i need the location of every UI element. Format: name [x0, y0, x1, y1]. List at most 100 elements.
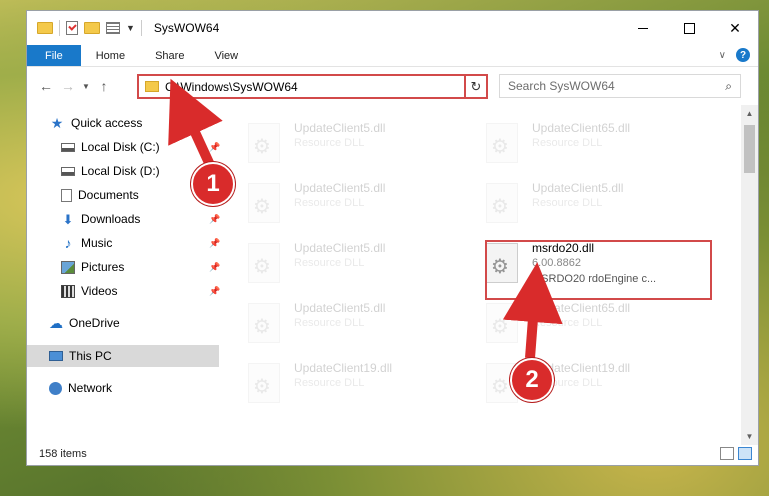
- sidebar-item-label: Quick access: [71, 116, 143, 130]
- ribbon-tabs: File Home Share View ∨ ?: [27, 45, 758, 67]
- maximize-button[interactable]: [666, 11, 712, 45]
- file-name: UpdateClient5.dll: [294, 181, 386, 195]
- properties-icon[interactable]: [106, 22, 120, 34]
- pin-icon[interactable]: 📌: [209, 214, 220, 225]
- sidebar-item-downloads[interactable]: ⬇ Downloads 📌: [61, 208, 221, 230]
- search-placeholder: Search SysWOW64: [508, 79, 615, 93]
- back-arrow-icon[interactable]: ←: [35, 78, 57, 94]
- new-folder-icon[interactable]: [84, 22, 100, 34]
- tab-file[interactable]: File: [27, 45, 81, 66]
- drive-icon: [61, 166, 75, 176]
- caption-buttons: ✕: [620, 11, 758, 45]
- folder-icon: [145, 81, 159, 92]
- highlight-box: [485, 240, 712, 300]
- sidebar-item-videos[interactable]: Videos 📌: [61, 280, 220, 302]
- file-name: UpdateClient5.dll: [294, 241, 386, 255]
- file-name: UpdateClient5.dll: [294, 121, 386, 135]
- scroll-thumb[interactable]: [744, 125, 755, 173]
- file-item[interactable]: UpdateClient65.dll Resource DLL: [460, 115, 690, 165]
- sidebar-item-label: Downloads: [81, 212, 141, 226]
- dll-file-icon: [248, 123, 280, 163]
- sidebar-item-quick-access[interactable]: ★ Quick access: [49, 112, 143, 134]
- sidebar-item-local-disk-c[interactable]: Local Disk (C:) 📌: [61, 136, 220, 158]
- dll-file-icon: [248, 183, 280, 223]
- sidebar-item-label: This PC: [69, 349, 112, 363]
- file-item[interactable]: UpdateClient19.dll Resource DLL: [460, 355, 690, 405]
- vertical-scrollbar[interactable]: ▲ ▼: [741, 105, 758, 445]
- search-input[interactable]: Search SysWOW64 ⌕: [499, 74, 741, 98]
- cloud-icon: ☁: [49, 314, 63, 331]
- customize-toolbar-dropdown-icon[interactable]: ▼: [126, 23, 135, 33]
- pin-icon[interactable]: 📌: [209, 286, 220, 297]
- file-name: UpdateClient19.dll: [294, 361, 393, 375]
- file-type: Resource DLL: [294, 137, 365, 149]
- sidebar-item-local-disk-d[interactable]: Local Disk (D:) 📌: [61, 160, 220, 182]
- minimize-button[interactable]: [620, 11, 666, 45]
- file-item[interactable]: UpdateClient65.dll Resource DLL: [460, 295, 690, 345]
- search-icon[interactable]: ⌕: [725, 79, 732, 94]
- ribbon-controls: ∨ ?: [719, 48, 750, 62]
- network-icon: [49, 381, 62, 395]
- toolbar-separator: [59, 20, 60, 36]
- up-arrow-icon[interactable]: ↑: [93, 78, 115, 94]
- forward-arrow-icon[interactable]: →: [57, 78, 79, 94]
- title-bar: ▼ SysWOW64 ✕: [27, 11, 758, 45]
- file-list: UpdateClient5.dll Resource DLL UpdateCli…: [222, 105, 740, 445]
- folder-icon: [37, 22, 53, 34]
- recent-locations-dropdown-icon[interactable]: ▼: [79, 82, 93, 91]
- sidebar-item-network[interactable]: Network: [49, 377, 112, 399]
- sidebar-item-documents[interactable]: Documents 📌: [61, 184, 220, 206]
- downloads-icon: ⬇: [62, 211, 74, 227]
- music-icon: ♪: [64, 234, 72, 251]
- status-bar: 158 items: [27, 443, 758, 465]
- file-item[interactable]: UpdateClient5.dll Resource DLL: [460, 175, 690, 225]
- file-type: Resource DLL: [532, 317, 603, 329]
- dll-file-icon: [248, 363, 280, 403]
- file-item[interactable]: UpdateClient5.dll Resource DLL: [222, 115, 452, 165]
- videos-icon: [61, 284, 75, 298]
- tab-share[interactable]: Share: [140, 45, 199, 66]
- scroll-up-icon[interactable]: ▲: [741, 105, 758, 122]
- sidebar-item-label: OneDrive: [69, 316, 120, 330]
- file-item[interactable]: UpdateClient5.dll Resource DLL: [222, 175, 452, 225]
- pin-icon[interactable]: 📌: [209, 142, 220, 153]
- sidebar-item-label: Pictures: [81, 260, 125, 274]
- sidebar-item-onedrive[interactable]: ☁ OneDrive: [49, 312, 120, 334]
- tiles-view-icon[interactable]: [738, 447, 752, 460]
- properties-check-icon[interactable]: [66, 21, 78, 35]
- view-switcher: [720, 447, 752, 460]
- quick-access-toolbar: ▼: [27, 20, 142, 36]
- dll-file-icon: [486, 123, 518, 163]
- navigation-pane: ★ Quick access Local Disk (C:) 📌 Local D…: [27, 105, 222, 445]
- close-button[interactable]: ✕: [712, 11, 758, 45]
- file-name: UpdateClient5.dll: [294, 301, 386, 315]
- file-item[interactable]: UpdateClient19.dll Resource DLL: [222, 355, 452, 405]
- expand-ribbon-chevron-icon[interactable]: ∨: [719, 50, 726, 61]
- file-type: Resource DLL: [294, 197, 365, 209]
- details-view-icon[interactable]: [720, 447, 734, 460]
- file-item[interactable]: UpdateClient5.dll Resource DLL: [222, 235, 452, 285]
- dll-file-icon: [486, 183, 518, 223]
- file-name: UpdateClient65.dll: [532, 121, 631, 135]
- pin-icon[interactable]: 📌: [209, 238, 220, 249]
- refresh-button[interactable]: ↻: [464, 74, 488, 99]
- pc-icon: [49, 351, 63, 361]
- sidebar-item-this-pc[interactable]: This PC: [27, 345, 219, 367]
- file-name: UpdateClient65.dll: [532, 301, 631, 315]
- file-type: Resource DLL: [294, 377, 365, 389]
- address-path[interactable]: C:\Windows\SysWOW64: [165, 80, 468, 94]
- file-explorer-window: ▼ SysWOW64 ✕ File Home Share View ∨ ? ← …: [26, 10, 759, 466]
- tab-view[interactable]: View: [199, 45, 253, 66]
- file-item[interactable]: UpdateClient5.dll Resource DLL: [222, 295, 452, 345]
- sidebar-item-music[interactable]: ♪ Music 📌: [61, 232, 221, 254]
- item-count: 158 items: [39, 448, 87, 460]
- tab-home[interactable]: Home: [81, 45, 140, 66]
- address-bar[interactable]: C:\Windows\SysWOW64 ∨: [137, 74, 488, 99]
- star-icon: ★: [50, 114, 64, 131]
- documents-icon: [61, 188, 72, 202]
- sidebar-item-label: Local Disk (C:): [81, 140, 160, 154]
- sidebar-item-pictures[interactable]: Pictures 📌: [61, 256, 220, 278]
- help-icon[interactable]: ?: [736, 48, 750, 62]
- file-name: UpdateClient5.dll: [532, 181, 624, 195]
- pin-icon[interactable]: 📌: [209, 262, 220, 273]
